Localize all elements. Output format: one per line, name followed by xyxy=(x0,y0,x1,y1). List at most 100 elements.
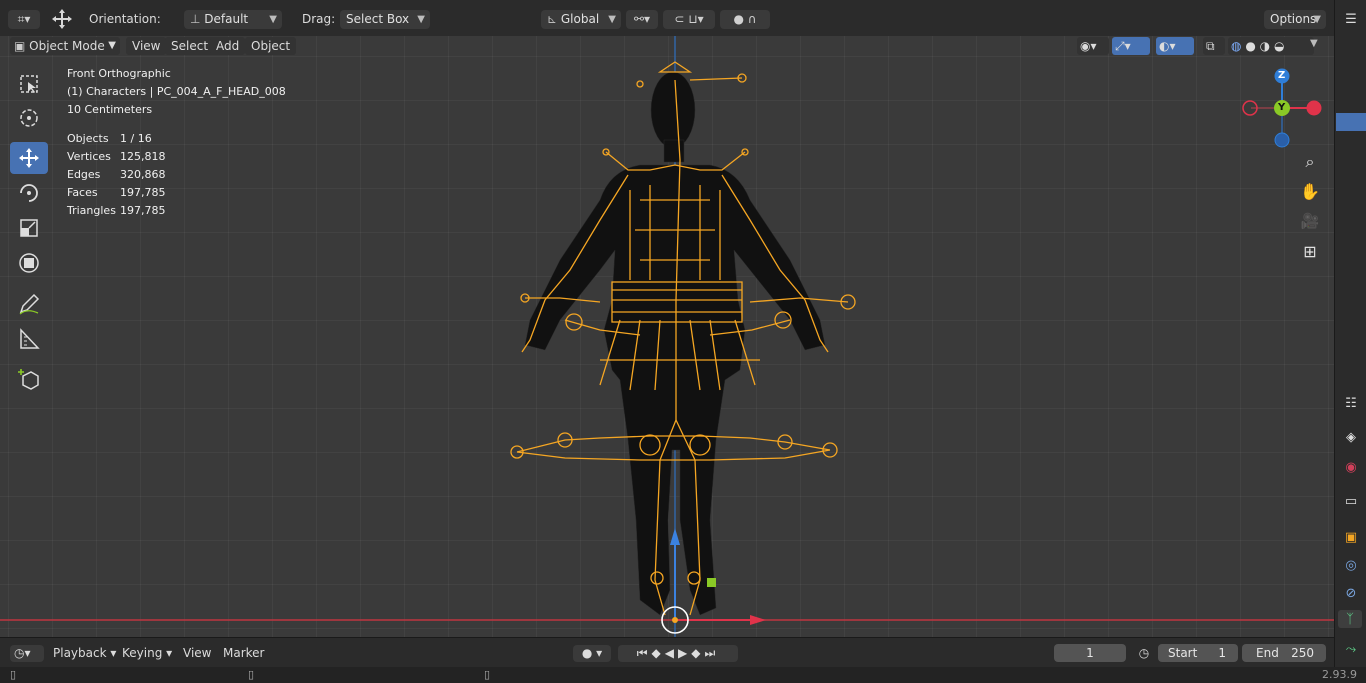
add-cube-icon xyxy=(18,369,39,390)
tool-properties-icon[interactable]: ☷ xyxy=(1342,394,1360,412)
render-properties-icon[interactable]: ◈ xyxy=(1342,428,1360,446)
shading-options-chevron-icon[interactable]: ▼ xyxy=(1310,38,1318,49)
transform-orientation-dropdown[interactable]: ⊾ Global ▼ xyxy=(541,10,621,29)
transform-gizmo xyxy=(661,528,766,634)
jump-start-icon[interactable]: ⏮ xyxy=(637,646,652,660)
object-properties-icon[interactable]: ▣ xyxy=(1342,528,1360,546)
move-tool-icon[interactable] xyxy=(50,8,74,30)
status-bar xyxy=(0,667,1366,683)
menu-timeline-view[interactable]: View xyxy=(183,645,211,662)
current-frame-field[interactable]: 1 xyxy=(1054,644,1126,662)
outliner-icon[interactable]: ☰ xyxy=(1342,10,1360,28)
collection-properties-icon[interactable]: ▭ xyxy=(1342,492,1360,510)
object-mode-icon: ▣ xyxy=(14,39,30,53)
collection-object-name: (1) Characters | PC_004_A_F_HEAD_008 xyxy=(67,85,286,98)
viewport-scene xyxy=(0,36,1334,637)
mouse-middle-icon: ▯ xyxy=(248,668,255,681)
record-icon: ● ▾ xyxy=(581,646,603,660)
prev-keyframe-icon[interactable]: ◆ xyxy=(652,646,665,660)
keying-label: Keying xyxy=(122,646,163,660)
world-properties-icon[interactable]: ◉ xyxy=(1342,458,1360,476)
end-label: End xyxy=(1256,646,1279,660)
add-cube-tool[interactable] xyxy=(10,363,48,395)
jump-end-icon[interactable]: ⏭ xyxy=(704,646,719,660)
overlay-toggle-button[interactable]: ◐▾ xyxy=(1156,37,1194,55)
clock-icon: ◷▾ xyxy=(14,646,31,660)
transform-icon xyxy=(19,253,39,273)
version-label: 2.93.9 xyxy=(1322,668,1357,681)
rendered-shading-icon[interactable]: ◒ xyxy=(1274,39,1284,53)
snap-icon: ⊂ ⊔▾ xyxy=(674,12,704,26)
menu-select[interactable]: Select xyxy=(165,37,215,55)
view-name: Front Orthographic xyxy=(67,67,171,80)
playback-label: Playback xyxy=(53,646,107,660)
transform-tool[interactable] xyxy=(10,247,48,279)
preview-range-icon[interactable]: ◷ xyxy=(1135,645,1153,662)
proportional-editing-button[interactable]: ● ∩ xyxy=(720,10,770,29)
camera-icon[interactable]: 🎥 xyxy=(1298,212,1322,234)
snap-button[interactable]: ⊂ ⊔▾ xyxy=(663,10,715,29)
gizmo-toggle-button[interactable]: ⤢▾ xyxy=(1112,37,1150,55)
rotate-icon xyxy=(20,184,38,202)
pivot-point-button[interactable]: ⚯▾ xyxy=(626,10,658,29)
select-box-tool[interactable] xyxy=(10,68,48,100)
end-value: 250 xyxy=(1291,646,1314,660)
grid-perspective-icon[interactable]: ⊞ xyxy=(1298,242,1322,264)
drag-dropdown[interactable]: Select Box ▼ xyxy=(340,10,430,29)
cursor-tool[interactable] xyxy=(10,102,48,134)
auto-keying-button[interactable]: ● ▾ xyxy=(573,645,611,662)
menu-object[interactable]: Object xyxy=(245,37,297,55)
shading-buttons[interactable]: ◍ ● ◑ ◒ xyxy=(1228,37,1314,55)
zoom-icon[interactable]: ⌕ xyxy=(1298,152,1322,174)
xray-button[interactable]: ⧉ xyxy=(1203,37,1225,55)
stat-edges-label: Edges xyxy=(67,168,101,181)
pan-hand-icon[interactable]: ✋ xyxy=(1298,182,1322,204)
end-frame-field[interactable]: End 250 xyxy=(1242,644,1326,662)
gizmo-y-label[interactable]: Y xyxy=(1278,102,1285,113)
gizmo-icon: ⤢▾ xyxy=(1115,39,1131,53)
next-keyframe-icon[interactable]: ◆ xyxy=(691,646,704,660)
mouse-right-icon: ▯ xyxy=(484,668,491,681)
material-shading-icon[interactable]: ◑ xyxy=(1260,39,1270,53)
move-icon xyxy=(19,148,39,168)
mode-dropdown[interactable]: ▣ Object Mode ▼ xyxy=(10,37,120,55)
physics-properties-icon[interactable]: ◎ xyxy=(1342,556,1360,574)
properties-strip xyxy=(1334,0,1366,683)
options-dropdown[interactable]: Options ▼ xyxy=(1264,10,1326,29)
wireframe-shading-icon[interactable]: ◍ xyxy=(1231,39,1241,53)
rotate-tool[interactable] xyxy=(10,177,48,209)
menu-add[interactable]: Add xyxy=(210,37,246,55)
3d-viewport[interactable]: Z Y xyxy=(0,36,1334,637)
mouse-left-icon: ▯ xyxy=(10,668,17,681)
menu-view[interactable]: View xyxy=(126,37,167,55)
timeline-editor-type[interactable]: ◷▾ xyxy=(10,645,44,662)
menu-marker[interactable]: Marker xyxy=(223,645,264,662)
annotate-tool[interactable] xyxy=(10,288,48,320)
menu-playback[interactable]: Playback ▾ xyxy=(53,645,116,662)
constraint-properties-icon[interactable]: ⊘ xyxy=(1342,584,1360,602)
play-reverse-icon[interactable]: ◀ xyxy=(665,646,678,660)
stat-objects-label: Objects xyxy=(67,132,109,145)
gizmo-z-label[interactable]: Z xyxy=(1278,70,1285,81)
measure-tool[interactable] xyxy=(10,323,48,355)
orientation-dropdown[interactable]: ⊥ Default ▼ xyxy=(184,10,282,29)
playback-controls[interactable]: ⏮◆◀▶◆⏭ xyxy=(618,645,738,662)
solid-shading-icon[interactable]: ● xyxy=(1245,39,1255,53)
stat-triangles-value: 197,785 xyxy=(120,204,166,217)
stat-triangles-label: Triangles xyxy=(67,204,116,217)
grid-scale: 10 Centimeters xyxy=(67,103,153,116)
menu-keying[interactable]: Keying ▾ xyxy=(122,645,172,662)
armature-properties-icon[interactable]: ᛉ xyxy=(1338,610,1362,628)
start-frame-field[interactable]: Start 1 xyxy=(1158,644,1238,662)
visibility-button[interactable]: ◉▾ xyxy=(1077,37,1109,55)
bone-properties-icon[interactable]: ⤳ xyxy=(1342,640,1360,658)
editor-type-button[interactable]: ⌗▾ xyxy=(8,10,40,29)
stat-vertices-value: 125,818 xyxy=(120,150,166,163)
active-collection-highlight xyxy=(1336,113,1366,131)
cursor-icon xyxy=(20,109,38,127)
play-icon[interactable]: ▶ xyxy=(678,646,691,660)
scale-tool[interactable] xyxy=(10,212,48,244)
transform-space-value: Global xyxy=(560,12,600,26)
move-tool[interactable] xyxy=(10,142,48,174)
global-axis-icon: ⊾ xyxy=(547,12,561,26)
